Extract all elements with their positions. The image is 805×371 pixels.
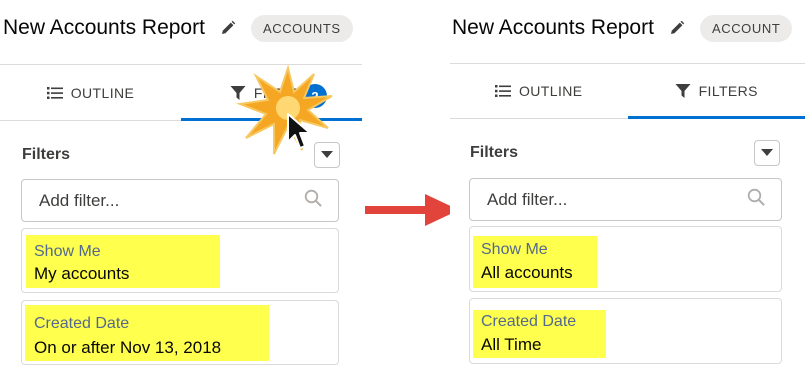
panel-tabs: OUTLINE FILTERS [450, 64, 805, 119]
filter-card-created-date[interactable]: Created Date All Time [469, 298, 782, 364]
report-builder-after: New Accounts Report ACCOUNT OUTLINE FILT… [450, 0, 805, 371]
filters-heading: Filters [470, 144, 519, 161]
list-icon [46, 86, 63, 100]
report-type-badge: ACCOUNT [699, 14, 793, 42]
filter-value: On or after Nov 13, 2018 [34, 338, 222, 357]
add-filter-placeholder: Add filter... [39, 190, 120, 210]
filter-label: Created Date [34, 315, 130, 332]
pencil-icon[interactable] [219, 19, 237, 37]
chevron-down-icon [761, 149, 773, 156]
report-builder-before: New Accounts Report ACCOUNTS OUTLINE FIL… [0, 0, 362, 371]
tab-outline-label: OUTLINE [70, 85, 135, 101]
filter-card-created-date[interactable]: Created Date On or after Nov 13, 2018 [21, 300, 339, 365]
filters-menu-button[interactable] [754, 140, 780, 166]
filter-label: Created Date [481, 313, 577, 330]
filter-value: All Time [481, 335, 542, 354]
tab-outline[interactable]: OUTLINE [450, 64, 628, 118]
tab-filters-label: FILTERS [698, 83, 758, 99]
search-icon [747, 188, 765, 211]
pencil-icon[interactable] [668, 19, 686, 37]
tab-outline-label: OUTLINE [519, 83, 583, 99]
report-header: New Accounts Report ACCOUNT [450, 0, 805, 56]
filter-value: My accounts [34, 264, 130, 283]
search-icon [304, 189, 322, 212]
add-filter-input[interactable]: Add filter... [469, 178, 782, 221]
report-header: New Accounts Report ACCOUNTS [0, 0, 362, 56]
report-title: New Accounts Report [452, 16, 654, 39]
filter-label: Show Me [34, 243, 101, 260]
filter-card-show-me[interactable]: Show Me My accounts [21, 228, 339, 293]
arrow-right-icon [365, 194, 459, 226]
tab-outline[interactable]: OUTLINE [0, 66, 181, 120]
tab-filters[interactable]: FILTERS [627, 64, 805, 119]
filter-label: Show Me [481, 241, 548, 258]
filters-heading: Filters [22, 146, 71, 163]
filter-value: All accounts [481, 263, 573, 282]
filter-funnel-icon [675, 83, 691, 99]
add-filter-placeholder: Add filter... [487, 189, 568, 209]
add-filter-input[interactable]: Add filter... [21, 179, 339, 222]
report-title: New Accounts Report [3, 16, 205, 39]
list-icon [495, 84, 511, 98]
report-type-badge: ACCOUNTS [250, 14, 353, 42]
filters-header: Filters [450, 138, 805, 168]
cursor-icon [287, 113, 311, 149]
filter-card-show-me[interactable]: Show Me All accounts [469, 226, 782, 292]
